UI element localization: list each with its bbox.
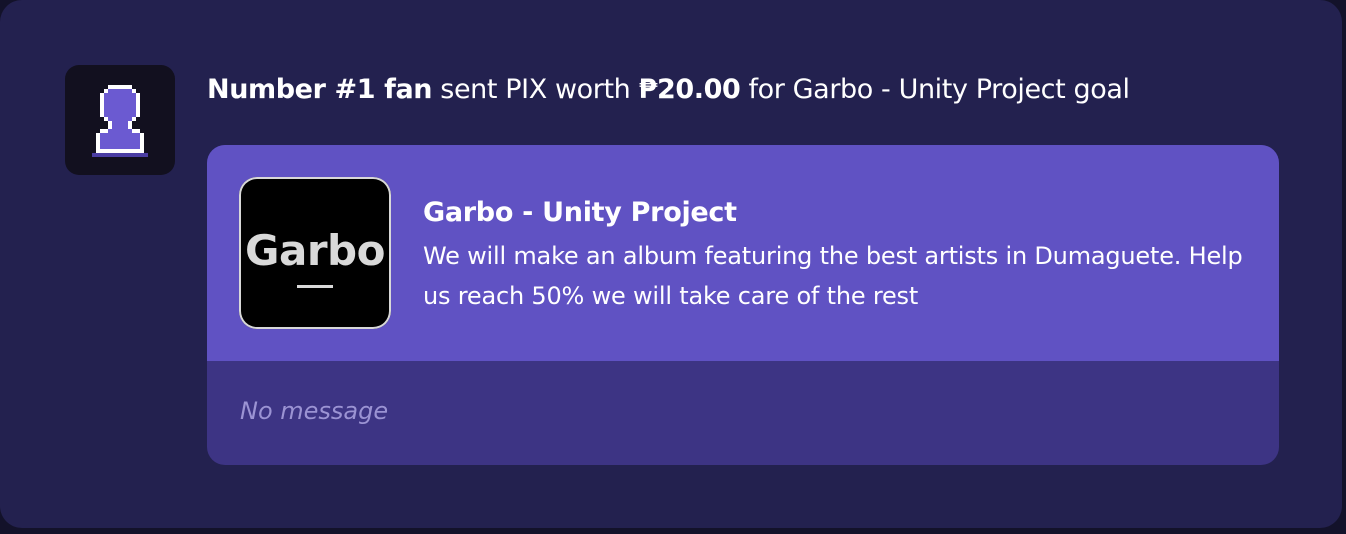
avatar — [65, 65, 175, 175]
goal-description: We will make an album featuring the best… — [423, 242, 1243, 310]
alert-action-text: sent PIX worth — [432, 74, 639, 105]
alert-headline: Number #1 fan sent PIX worth ₱20.00 for … — [207, 70, 1317, 110]
sender-name: Number #1 fan — [207, 74, 433, 105]
goal-panel: Garbo Garbo - Unity Project We will make… — [207, 145, 1279, 465]
donation-amount: ₱20.00 — [638, 74, 741, 105]
goal-thumbnail-underline — [297, 285, 333, 288]
donation-alert-card: Number #1 fan sent PIX worth ₱20.00 for … — [0, 0, 1342, 528]
goal-header: Garbo Garbo - Unity Project We will make… — [207, 145, 1279, 361]
goal-thumbnail-logo: Garbo — [245, 226, 385, 275]
donation-message: No message — [240, 397, 389, 425]
goal-thumbnail: Garbo — [239, 177, 391, 329]
alert-goal-text: for Garbo - Unity Project goal — [740, 74, 1130, 105]
goal-title: Garbo - Unity Project — [423, 197, 737, 228]
user-silhouette-icon — [92, 85, 148, 157]
